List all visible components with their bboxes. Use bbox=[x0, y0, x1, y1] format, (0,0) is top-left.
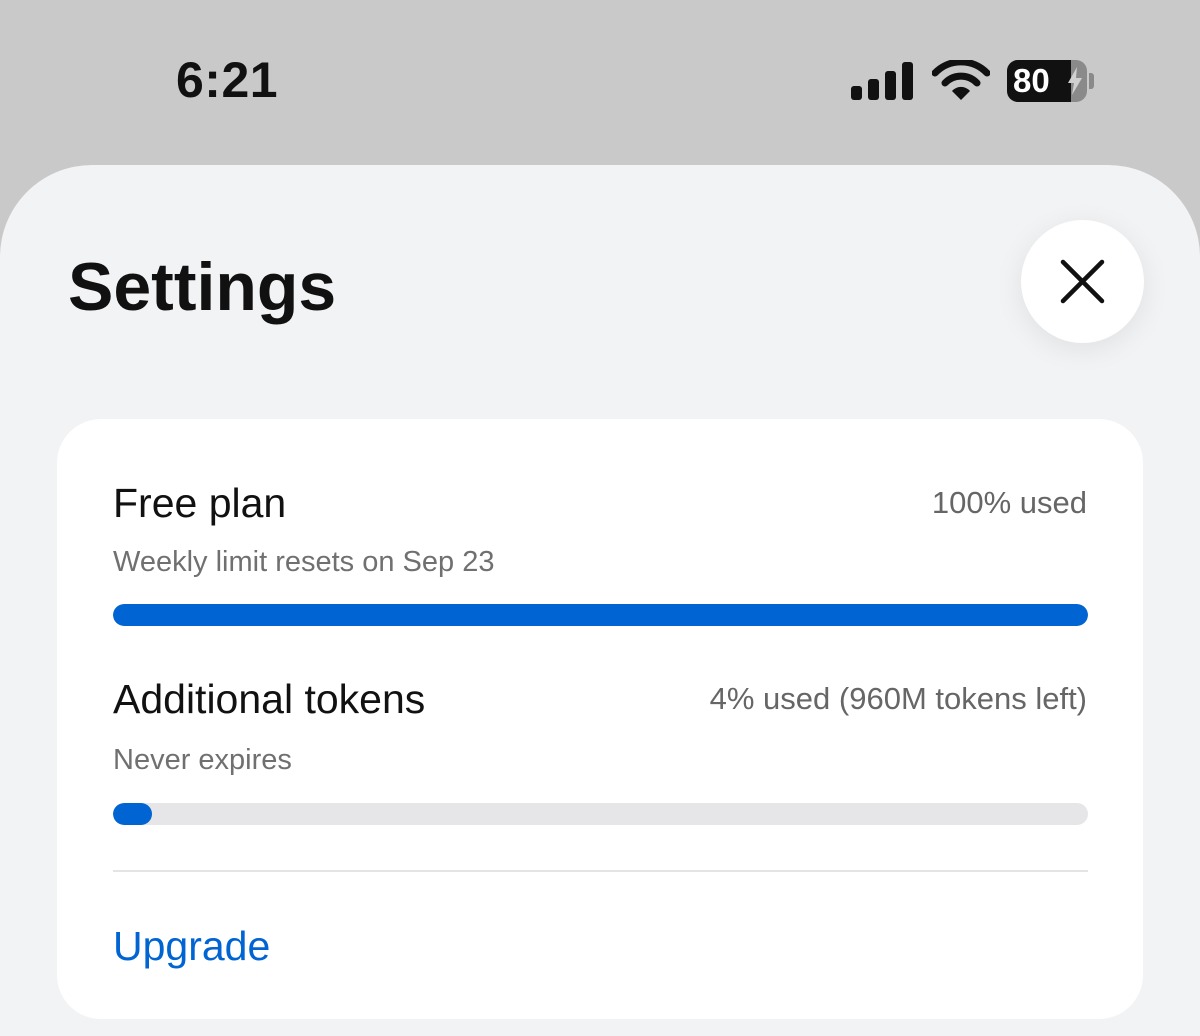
battery-indicator: 80 bbox=[1007, 60, 1095, 102]
free-plan-title: Free plan bbox=[113, 480, 287, 526]
close-button[interactable] bbox=[1021, 220, 1144, 343]
status-bar: 6:21 80 bbox=[0, 0, 1200, 165]
divider bbox=[113, 870, 1088, 872]
usage-card: Free plan 100% used Weekly limit resets … bbox=[57, 419, 1143, 1019]
close-icon bbox=[1060, 259, 1105, 304]
additional-tokens-progress-bar bbox=[113, 803, 1088, 825]
upgrade-link[interactable]: Upgrade bbox=[113, 921, 270, 971]
settings-sheet: Settings Free plan 100% used Weekly limi… bbox=[0, 165, 1200, 1036]
page-title: Settings bbox=[68, 249, 337, 325]
additional-tokens-expiry-note: Never expires bbox=[113, 744, 292, 776]
free-plan-reset-note: Weekly limit resets on Sep 23 bbox=[113, 546, 495, 578]
wifi-icon bbox=[932, 60, 990, 100]
lightning-bolt-icon bbox=[1068, 67, 1082, 95]
free-plan-progress-bar bbox=[113, 604, 1088, 626]
additional-tokens-usage: 4% used (960M tokens left) bbox=[709, 681, 1087, 716]
free-plan-progress-fill bbox=[113, 604, 1088, 626]
additional-tokens-title: Additional tokens bbox=[113, 676, 426, 722]
additional-tokens-progress-fill bbox=[113, 803, 152, 825]
free-plan-usage: 100% used bbox=[931, 485, 1087, 520]
battery-percent: 80 bbox=[1013, 62, 1050, 99]
status-time: 6:21 bbox=[176, 52, 279, 108]
battery-body: 80 bbox=[1007, 60, 1087, 102]
cellular-signal-icon bbox=[851, 62, 913, 100]
battery-cap bbox=[1089, 73, 1094, 89]
